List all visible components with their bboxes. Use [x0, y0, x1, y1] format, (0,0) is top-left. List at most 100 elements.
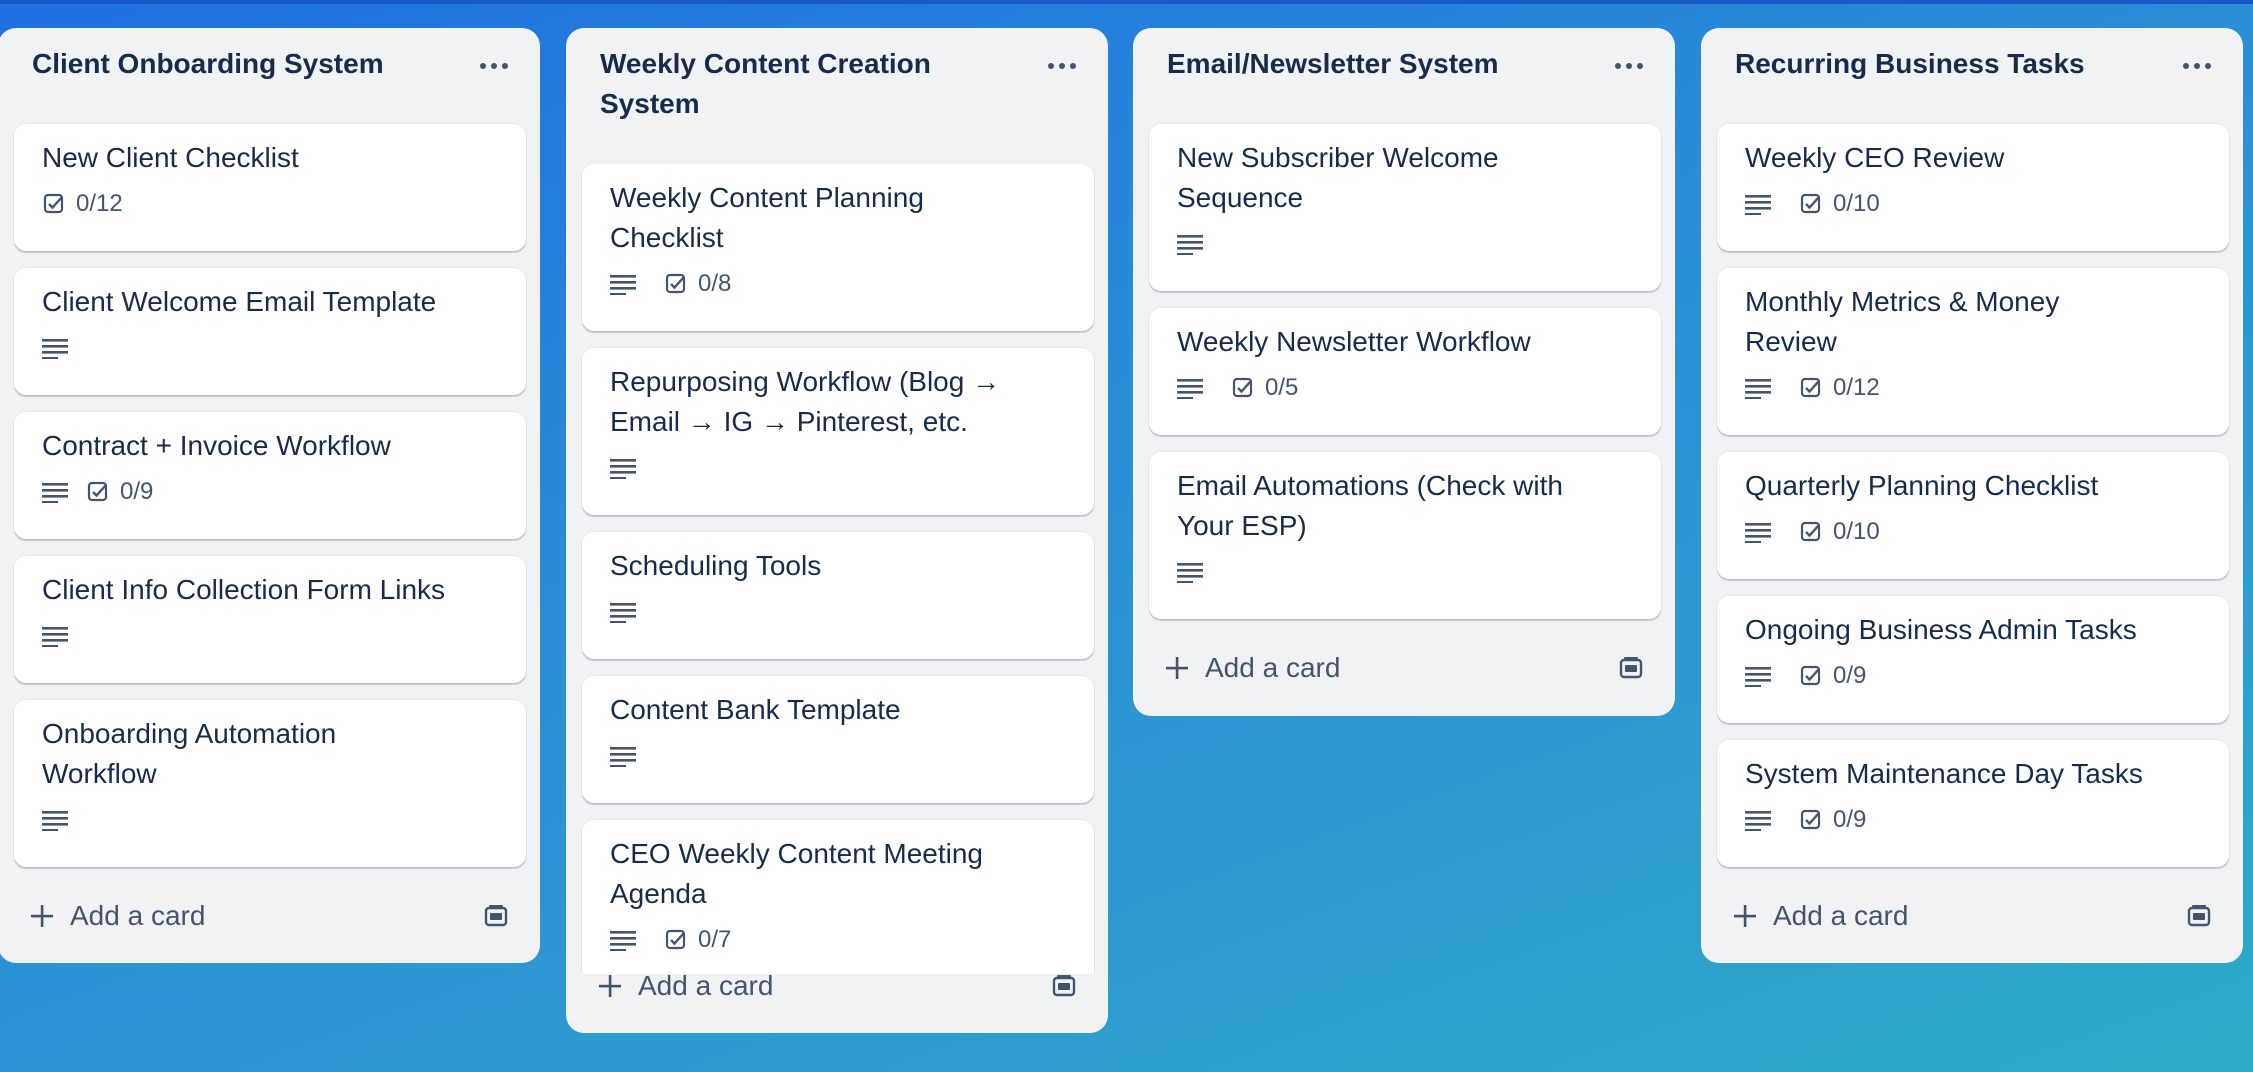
card[interactable]: Contract + Invoice Workflow 0/9 [14, 412, 526, 539]
card-badges [610, 442, 1074, 494]
card[interactable]: Monthly Metrics & Money Review 0/12 [1717, 268, 2229, 435]
card[interactable]: Weekly Newsletter Workflow 0/5 [1149, 308, 1661, 435]
checklist-badge: 0/12 [42, 190, 123, 218]
card-title: Weekly Newsletter Workflow [1177, 326, 1531, 357]
plus-icon [1149, 655, 1205, 681]
list-title[interactable]: Client Onboarding System [32, 28, 460, 84]
card[interactable]: CEO Weekly Content Meeting Agenda 0/7 [582, 820, 1094, 974]
board-top-bar [0, 0, 2253, 4]
card-badges [1177, 218, 1641, 270]
card-title: Email Automations (Check with Your ESP) [1177, 470, 1563, 541]
checklist-count: 0/10 [1833, 190, 1880, 217]
card-template-icon[interactable] [1044, 966, 1084, 1006]
description-icon [1745, 186, 1781, 222]
card[interactable]: Weekly Content Planning Checklist 0/8 [582, 164, 1094, 331]
add-card-button[interactable]: Add a card [1717, 888, 2227, 944]
checklist-badge: 0/10 [1799, 518, 1880, 546]
card-badges: 0/5 [1177, 362, 1641, 414]
card-badges: 0/8 [610, 258, 1074, 310]
card[interactable]: Content Bank Template [582, 676, 1094, 803]
description-icon [1745, 658, 1781, 694]
list-header[interactable]: Weekly Content Creation System [566, 28, 1108, 124]
card-title: Scheduling Tools [610, 550, 822, 581]
list-header[interactable]: Client Onboarding System [0, 28, 540, 84]
checklist-badge: 0/9 [1799, 806, 1866, 834]
checklist-count: 0/9 [120, 478, 154, 505]
card[interactable]: Scheduling Tools [582, 532, 1094, 659]
add-card-button[interactable]: Add a card [582, 958, 1092, 1014]
card-title: Onboarding Automation Workflow [42, 718, 337, 789]
list-menu-button[interactable] [1038, 46, 1086, 86]
checklist-count: 0/5 [1265, 374, 1299, 401]
add-card-button[interactable]: Add a card [14, 888, 524, 944]
description-icon [610, 922, 646, 958]
card-title: Client Info Collection Form Links [42, 574, 446, 605]
list-title[interactable]: Weekly Content Creation System [600, 28, 1028, 124]
checklist-badge: 0/5 [1231, 374, 1298, 402]
checklist-icon [87, 481, 108, 502]
card[interactable]: Onboarding Automation Workflow [14, 700, 526, 867]
card[interactable]: Ongoing Business Admin Tasks 0/9 [1717, 596, 2229, 723]
card-badges: 0/9 [1745, 794, 2209, 846]
checklist-icon [43, 193, 64, 214]
checklist-count: 0/12 [1833, 374, 1880, 401]
card-badges [610, 730, 1074, 782]
checklist-icon [1800, 665, 1821, 686]
card-title: Ongoing Business Admin Tasks [1745, 614, 2137, 645]
card[interactable]: System Maintenance Day Tasks 0/9 [1717, 740, 2229, 867]
card[interactable]: Weekly CEO Review 0/10 [1717, 124, 2229, 251]
card[interactable]: New Subscriber Welcome Sequence [1149, 124, 1661, 291]
description-icon [42, 330, 78, 366]
card[interactable]: Email Automations (Check with Your ESP) [1149, 452, 1661, 619]
card-badges [42, 794, 506, 846]
plus-icon [1717, 903, 1773, 929]
checklist-icon [665, 273, 686, 294]
checklist-badge: 0/7 [664, 926, 731, 954]
add-card-label: Add a card [1205, 652, 1341, 683]
card[interactable]: Client Info Collection Form Links [14, 556, 526, 683]
cards-scroll-area[interactable]: Weekly Content Planning Checklist 0/8 Re… [566, 164, 1108, 974]
list-header[interactable]: Recurring Business Tasks [1701, 28, 2243, 84]
checklist-count: 0/12 [76, 190, 123, 217]
checklist-count: 0/9 [1833, 806, 1867, 833]
description-icon [1745, 802, 1781, 838]
list-title[interactable]: Email/Newsletter System [1167, 28, 1595, 84]
list-title[interactable]: Recurring Business Tasks [1735, 28, 2163, 84]
description-icon [42, 618, 78, 654]
checklist-count: 0/8 [698, 270, 732, 297]
card-template-icon[interactable] [1611, 648, 1651, 688]
card-badges: 0/9 [42, 466, 506, 518]
card-title: New Subscriber Welcome Sequence [1177, 142, 1499, 213]
add-card-button[interactable]: Add a card [1149, 640, 1659, 696]
card-title: Contract + Invoice Workflow [42, 430, 391, 461]
card[interactable]: Client Welcome Email Template [14, 268, 526, 395]
card-template-icon[interactable] [476, 896, 516, 936]
card-badges [42, 322, 506, 374]
card[interactable]: New Client Checklist 0/12 [14, 124, 526, 251]
card-badges: 0/10 [1745, 506, 2209, 558]
card-title: CEO Weekly Content Meeting Agenda [610, 838, 983, 909]
card-title: Client Welcome Email Template [42, 286, 437, 317]
list-menu-button[interactable] [470, 46, 518, 86]
card[interactable]: Quarterly Planning Checklist 0/10 [1717, 452, 2229, 579]
card-badges: 0/9 [1745, 650, 2209, 702]
description-icon [1745, 514, 1781, 550]
card-badges [1177, 546, 1641, 598]
list-client-onboarding: Client Onboarding System New Client Chec… [0, 28, 540, 963]
card-title: Weekly CEO Review [1745, 142, 2005, 173]
checklist-badge: 0/12 [1799, 374, 1880, 402]
card-title: Weekly Content Planning Checklist [610, 182, 924, 253]
description-icon [1177, 226, 1213, 262]
card[interactable]: Repurposing Workflow (Blog → Email → IG … [582, 348, 1094, 515]
list-header[interactable]: Email/Newsletter System [1133, 28, 1675, 84]
card-template-icon[interactable] [2179, 896, 2219, 936]
description-icon [610, 594, 646, 630]
add-card-label: Add a card [70, 900, 206, 931]
checklist-count: 0/9 [1833, 662, 1867, 689]
card-title: Monthly Metrics & Money Review [1745, 286, 2060, 357]
list-menu-button[interactable] [2173, 46, 2221, 86]
description-icon [610, 738, 646, 774]
list-menu-button[interactable] [1605, 46, 1653, 86]
description-icon [1745, 370, 1781, 406]
checklist-icon [1800, 377, 1821, 398]
